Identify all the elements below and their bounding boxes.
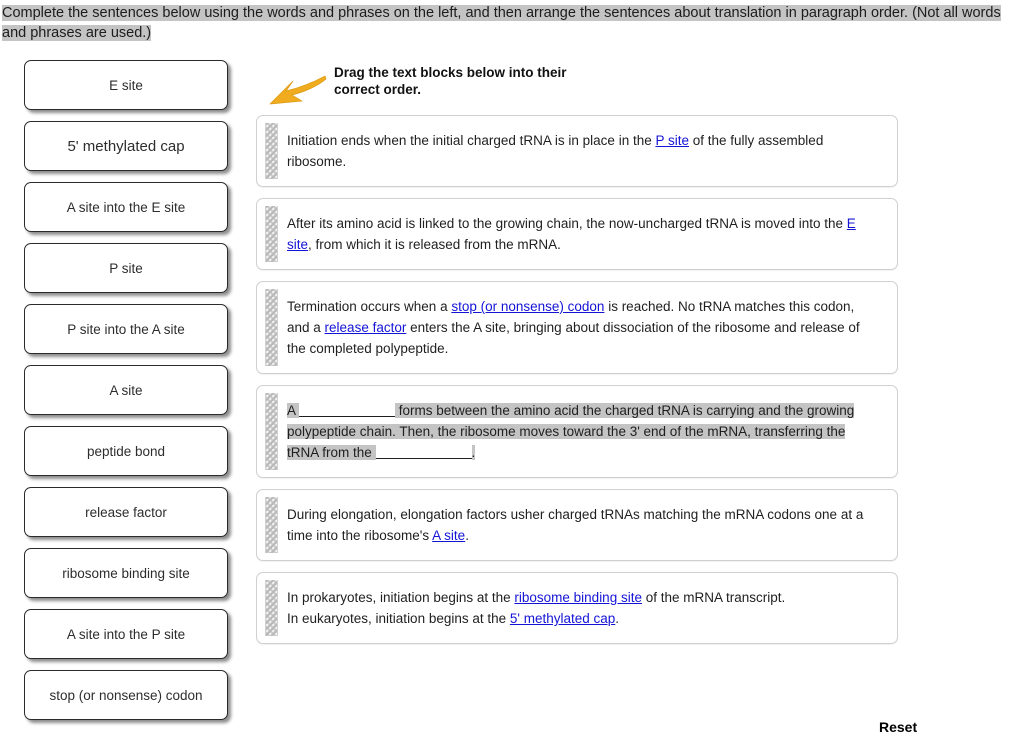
word-chip[interactable]: E site: [24, 60, 228, 110]
word-chip[interactable]: stop (or nonsense) codon: [24, 670, 228, 720]
block-text-run: .: [465, 528, 469, 543]
drag-hint-line-2: correct order.: [334, 82, 422, 97]
block-text: A forms between the amino acid the charg…: [287, 400, 879, 463]
sortable-text-block[interactable]: Termination occurs when a stop (or nonse…: [256, 281, 898, 374]
block-text: During elongation, elongation factors us…: [287, 504, 879, 546]
answer-link[interactable]: A site: [432, 528, 465, 543]
answer-blank[interactable]: [375, 458, 472, 459]
word-chip-label: ribosome binding site: [62, 565, 190, 581]
word-chip-label: stop (or nonsense) codon: [49, 687, 203, 703]
instruction-text: Complete the sentences below using the w…: [2, 5, 1001, 41]
word-chip-label: E site: [109, 77, 143, 93]
word-chip-label: A site into the P site: [66, 626, 186, 642]
word-chip[interactable]: ribosome binding site: [24, 548, 228, 598]
drag-handle-icon[interactable]: [265, 123, 278, 179]
sortable-text-block[interactable]: During elongation, elongation factors us…: [256, 489, 898, 561]
block-text: Termination occurs when a stop (or nonse…: [287, 296, 879, 359]
word-chip-label: P site into the A site: [67, 321, 185, 337]
block-text-run: During elongation, elongation factors us…: [287, 507, 864, 543]
answer-link[interactable]: stop (or nonsense) codon: [451, 299, 604, 314]
word-chip[interactable]: release factor: [24, 487, 228, 537]
drag-hint-text: Drag the text blocks below into their co…: [334, 64, 567, 98]
sortable-block-list: Initiation ends when the initial charged…: [256, 115, 898, 655]
sortable-text-block[interactable]: Initiation ends when the initial charged…: [256, 115, 898, 187]
block-text-run: In prokaryotes, initiation begins at the: [287, 590, 515, 605]
sortable-text-block[interactable]: After its amino acid is linked to the gr…: [256, 198, 898, 270]
block-text-run: A: [287, 403, 300, 418]
drag-handle-icon[interactable]: [265, 206, 278, 262]
word-chip[interactable]: P site into the A site: [24, 304, 228, 354]
block-text-run: .: [471, 445, 476, 460]
block-text-run: Initiation ends when the initial charged…: [287, 133, 656, 148]
drag-handle-icon[interactable]: [265, 393, 278, 470]
drag-handle-icon[interactable]: [265, 289, 278, 366]
answer-link[interactable]: ribosome binding site: [514, 590, 642, 605]
block-text-run: .: [615, 611, 620, 626]
answer-link[interactable]: 5' methylated cap: [510, 611, 615, 626]
sortable-text-block[interactable]: In prokaryotes, initiation begins at the…: [256, 572, 898, 644]
answer-link[interactable]: P site: [655, 133, 689, 148]
word-bank: E site 5' methylated cap A site into the E…: [24, 60, 228, 731]
word-chip[interactable]: A site: [24, 365, 228, 415]
word-chip-label: A site: [109, 382, 143, 398]
drag-handle-icon[interactable]: [265, 580, 278, 636]
block-text: After its amino acid is linked to the gr…: [287, 213, 879, 255]
drag-hint: Drag the text blocks below into their co…: [262, 64, 662, 110]
answer-blank[interactable]: [299, 416, 396, 417]
word-chip-label: peptide bond: [86, 443, 166, 459]
block-text-run: of the mRNA transcript.: [641, 590, 786, 605]
instruction-banner: Complete the sentences below using the w…: [0, 0, 1024, 45]
block-text: Initiation ends when the initial charged…: [287, 130, 879, 172]
word-chip-label: A site into the E site: [66, 199, 186, 215]
word-chip[interactable]: P site: [24, 243, 228, 293]
word-chip[interactable]: A site into the P site: [24, 609, 228, 659]
drag-handle-icon[interactable]: [265, 497, 278, 553]
block-text-run: Termination occurs when a: [287, 299, 452, 314]
reset-button[interactable]: Reset: [879, 719, 917, 735]
word-chip[interactable]: A site into the E site: [24, 182, 228, 232]
sortable-text-block[interactable]: A forms between the amino acid the charg…: [256, 385, 898, 478]
arrow-down-left-icon: [262, 70, 328, 110]
block-text-run: , from which it is released from the mRN…: [308, 237, 561, 252]
block-text-run: In eukaryotes, initiation begins at the: [287, 611, 510, 626]
word-chip-label: release factor: [85, 504, 167, 520]
block-text: In prokaryotes, initiation begins at the…: [287, 587, 785, 629]
block-text-run: forms between the amino acid the charged…: [287, 403, 855, 460]
word-chip[interactable]: peptide bond: [24, 426, 228, 476]
drag-hint-line-1: Drag the text blocks below into their: [334, 65, 567, 80]
word-chip-label: P site: [109, 260, 143, 276]
word-chip-label: 5' methylated cap: [67, 137, 185, 155]
answer-link[interactable]: release factor: [325, 320, 407, 335]
block-text-run: After its amino acid is linked to the gr…: [287, 216, 847, 231]
word-chip[interactable]: 5' methylated cap: [24, 121, 228, 171]
